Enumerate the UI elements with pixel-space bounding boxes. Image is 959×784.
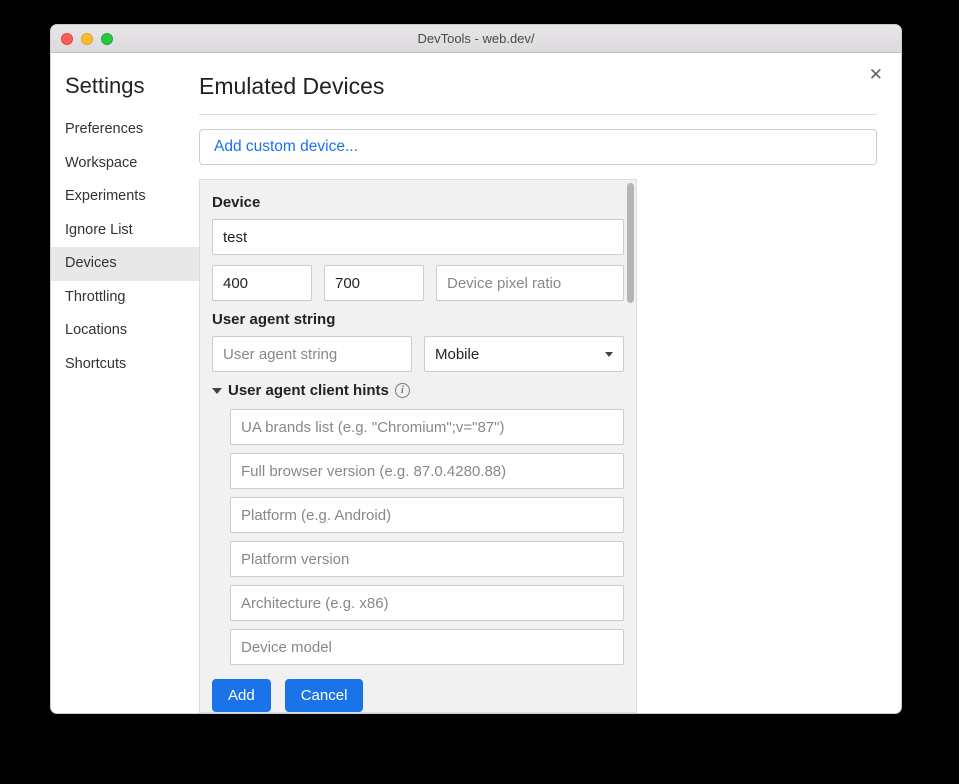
disclosure-triangle-icon xyxy=(212,388,222,394)
ua-type-select[interactable]: Mobile xyxy=(424,336,624,372)
ua-string-input[interactable] xyxy=(212,336,412,372)
window-title: DevTools - web.dev/ xyxy=(51,31,901,46)
sidebar-item-preferences[interactable]: Preferences xyxy=(51,113,199,147)
sidebar-item-throttling[interactable]: Throttling xyxy=(51,281,199,315)
device-height-input[interactable] xyxy=(324,265,424,301)
close-icon[interactable]: ✕ xyxy=(869,65,883,85)
sidebar-item-locations[interactable]: Locations xyxy=(51,314,199,348)
sidebar-item-workspace[interactable]: Workspace xyxy=(51,147,199,181)
hint-model-input[interactable] xyxy=(230,629,624,665)
app-window: DevTools - web.dev/ ✕ Settings Preferenc… xyxy=(50,24,902,714)
traffic-lights xyxy=(51,33,113,45)
zoom-window-button[interactable] xyxy=(101,33,113,45)
info-icon[interactable]: i xyxy=(395,383,410,398)
hint-platver-input[interactable] xyxy=(230,541,624,577)
device-section-label: Device xyxy=(212,194,624,211)
device-dpr-input[interactable] xyxy=(436,265,624,301)
device-form-panel: Device User agent string Mobile xyxy=(199,179,637,713)
sidebar-heading: Settings xyxy=(65,73,199,99)
hint-fullver-input[interactable] xyxy=(230,453,624,489)
hint-brands-input[interactable] xyxy=(230,409,624,445)
scrollbar-thumb[interactable] xyxy=(627,183,634,303)
chevron-down-icon xyxy=(605,352,613,357)
titlebar: DevTools - web.dev/ xyxy=(51,25,901,53)
page-title: Emulated Devices xyxy=(199,73,877,100)
ua-section-label: User agent string xyxy=(212,311,624,328)
settings-sidebar: Settings Preferences Workspace Experimen… xyxy=(51,53,199,713)
hint-platform-input[interactable] xyxy=(230,497,624,533)
ua-type-selected-label: Mobile xyxy=(435,346,479,363)
sidebar-item-devices[interactable]: Devices xyxy=(51,247,199,281)
minimize-window-button[interactable] xyxy=(81,33,93,45)
divider xyxy=(199,114,877,115)
main-pane: Emulated Devices Add custom device... De… xyxy=(199,53,901,713)
device-name-input[interactable] xyxy=(212,219,624,255)
hint-arch-input[interactable] xyxy=(230,585,624,621)
cancel-button[interactable]: Cancel xyxy=(285,679,364,712)
device-width-input[interactable] xyxy=(212,265,312,301)
ua-client-hints-toggle[interactable]: User agent client hints i xyxy=(212,382,624,399)
ua-client-hints-list xyxy=(212,409,624,673)
sidebar-item-ignore-list[interactable]: Ignore List xyxy=(51,214,199,248)
sidebar-item-shortcuts[interactable]: Shortcuts xyxy=(51,348,199,382)
close-window-button[interactable] xyxy=(61,33,73,45)
add-button[interactable]: Add xyxy=(212,679,271,712)
sidebar-item-experiments[interactable]: Experiments xyxy=(51,180,199,214)
ua-client-hints-label: User agent client hints xyxy=(228,382,389,399)
add-custom-device-button[interactable]: Add custom device... xyxy=(199,129,877,165)
